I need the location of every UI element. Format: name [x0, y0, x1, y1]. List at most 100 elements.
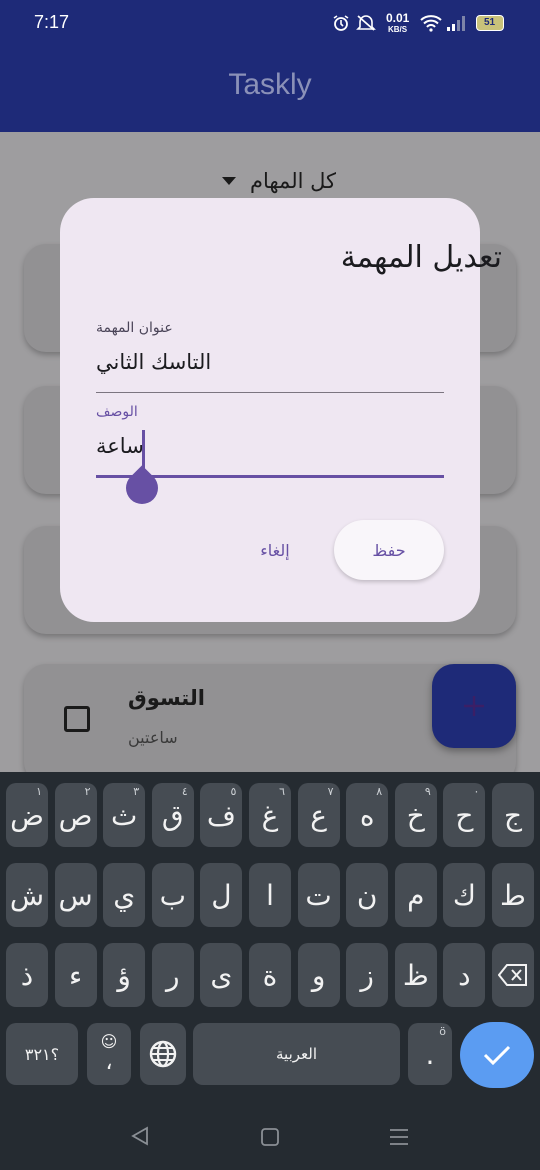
key-char: ل — [211, 878, 232, 912]
net-speed: 0.01 — [386, 11, 410, 25]
comma-key[interactable]: ☺ ، — [87, 1023, 131, 1085]
key[interactable]: ش — [6, 863, 48, 927]
battery-icon: 51 — [476, 15, 504, 31]
key[interactable]: ع٧ — [297, 783, 340, 847]
plus-icon — [464, 696, 484, 716]
key[interactable]: م — [394, 863, 437, 927]
back-icon[interactable] — [130, 1126, 150, 1146]
key-char: ك — [452, 878, 476, 912]
key-char: ة — [262, 958, 278, 992]
key-hint: ٢ — [84, 785, 91, 798]
key[interactable]: غ٦ — [249, 783, 291, 847]
key[interactable]: ب — [151, 863, 194, 927]
key[interactable]: د — [443, 943, 486, 1007]
dialog-title: تعديل المهمة — [340, 240, 502, 275]
symbols-key[interactable]: ؟٣٢١ — [6, 1023, 78, 1085]
key-char: ذ — [20, 958, 34, 992]
key-char: ظ — [402, 958, 429, 992]
key-char: ى — [210, 958, 233, 992]
period-key[interactable]: ö . — [408, 1023, 452, 1085]
key[interactable]: ف٥ — [200, 783, 243, 847]
key-char: ب — [159, 878, 186, 912]
key[interactable]: ء — [54, 943, 97, 1007]
net-unit: KB/S — [388, 25, 408, 34]
space-key[interactable]: العربية — [193, 1023, 400, 1085]
key[interactable]: ن — [346, 863, 389, 927]
key[interactable]: ظ — [394, 943, 437, 1007]
period-char: . — [425, 1037, 435, 1071]
key[interactable]: ح٠ — [443, 783, 486, 847]
app-title: Taskly — [228, 68, 312, 101]
key[interactable]: س — [54, 863, 97, 927]
alarm-icon — [333, 15, 349, 31]
filter-dropdown[interactable]: كل المهام — [196, 166, 336, 196]
key[interactable]: ق٤ — [151, 783, 194, 847]
recents-icon[interactable] — [389, 1128, 409, 1146]
description-field-value: ساعة — [96, 434, 144, 458]
enter-key[interactable] — [460, 1022, 534, 1088]
battery-level: 51 — [483, 17, 496, 28]
key-char: ش — [9, 878, 45, 912]
key-char: ف — [206, 798, 236, 832]
task-checkbox[interactable] — [64, 706, 90, 732]
key[interactable]: ه٨ — [346, 783, 389, 847]
key[interactable]: ذ — [6, 943, 48, 1007]
globe-icon — [149, 1040, 177, 1068]
key-hint: ٥ — [230, 785, 237, 798]
status-bar: 7:17 0.01 KB/S 51 — [0, 0, 540, 48]
task-subtitle: ساعتين — [128, 728, 178, 747]
text-cursor — [142, 430, 145, 470]
key[interactable]: ص٢ — [54, 783, 97, 847]
key-char: د — [458, 958, 471, 992]
home-icon[interactable] — [260, 1127, 280, 1147]
description-field[interactable]: الوصف ساعة — [96, 402, 444, 480]
dropdown-arrow-icon — [221, 177, 236, 185]
key-char: غ — [261, 798, 279, 832]
save-button[interactable]: حفظ — [334, 520, 444, 580]
key-char: ر — [166, 958, 180, 992]
backspace-key[interactable] — [492, 943, 534, 1007]
key[interactable]: ت — [297, 863, 340, 927]
key-hint: ٨ — [376, 785, 383, 798]
key[interactable]: ي — [103, 863, 146, 927]
cancel-button[interactable]: إلغاء — [240, 534, 310, 566]
key-hint: ٤ — [181, 785, 188, 798]
key-char: ن — [356, 878, 378, 912]
key[interactable]: ى — [200, 943, 243, 1007]
key[interactable]: ث٣ — [103, 783, 146, 847]
status-time: 7:17 — [34, 12, 70, 32]
key[interactable]: ر — [151, 943, 194, 1007]
key[interactable]: ل — [200, 863, 243, 927]
key[interactable]: خ٩ — [394, 783, 437, 847]
key[interactable]: ز — [346, 943, 389, 1007]
key-char: ت — [305, 878, 332, 912]
key[interactable]: ط — [492, 863, 534, 927]
description-field-label: الوصف — [96, 404, 138, 420]
key[interactable]: ة — [249, 943, 291, 1007]
key[interactable]: ج — [492, 783, 534, 847]
key-hint: ١ — [36, 785, 42, 798]
task-title: التسوق — [128, 686, 205, 710]
key-char: ث — [111, 798, 138, 832]
key-char: ح — [455, 798, 474, 832]
key-char: م — [407, 878, 425, 912]
language-key[interactable] — [140, 1023, 186, 1085]
key[interactable]: ك — [443, 863, 486, 927]
title-field[interactable]: عنوان المهمة التاسك الثاني — [96, 318, 444, 394]
key-hint: ٩ — [424, 785, 431, 798]
key-char: س — [58, 878, 93, 912]
key-char: خ — [406, 798, 425, 832]
backspace-icon — [498, 964, 527, 986]
key-hint: ٧ — [327, 785, 334, 798]
key-hint: ٠ — [473, 785, 480, 798]
key[interactable]: ؤ — [103, 943, 146, 1007]
add-task-button[interactable] — [432, 664, 516, 748]
key-hint: ٦ — [279, 785, 285, 798]
key[interactable]: ض١ — [6, 783, 48, 847]
key[interactable]: ا — [249, 863, 291, 927]
key-char: ي — [113, 878, 136, 912]
comma-char: ، — [105, 1050, 113, 1075]
key-char: ط — [500, 878, 526, 912]
key[interactable]: و — [297, 943, 340, 1007]
screen: 7:17 0.01 KB/S 51 Taskly كل المهام التسو… — [0, 0, 540, 1170]
